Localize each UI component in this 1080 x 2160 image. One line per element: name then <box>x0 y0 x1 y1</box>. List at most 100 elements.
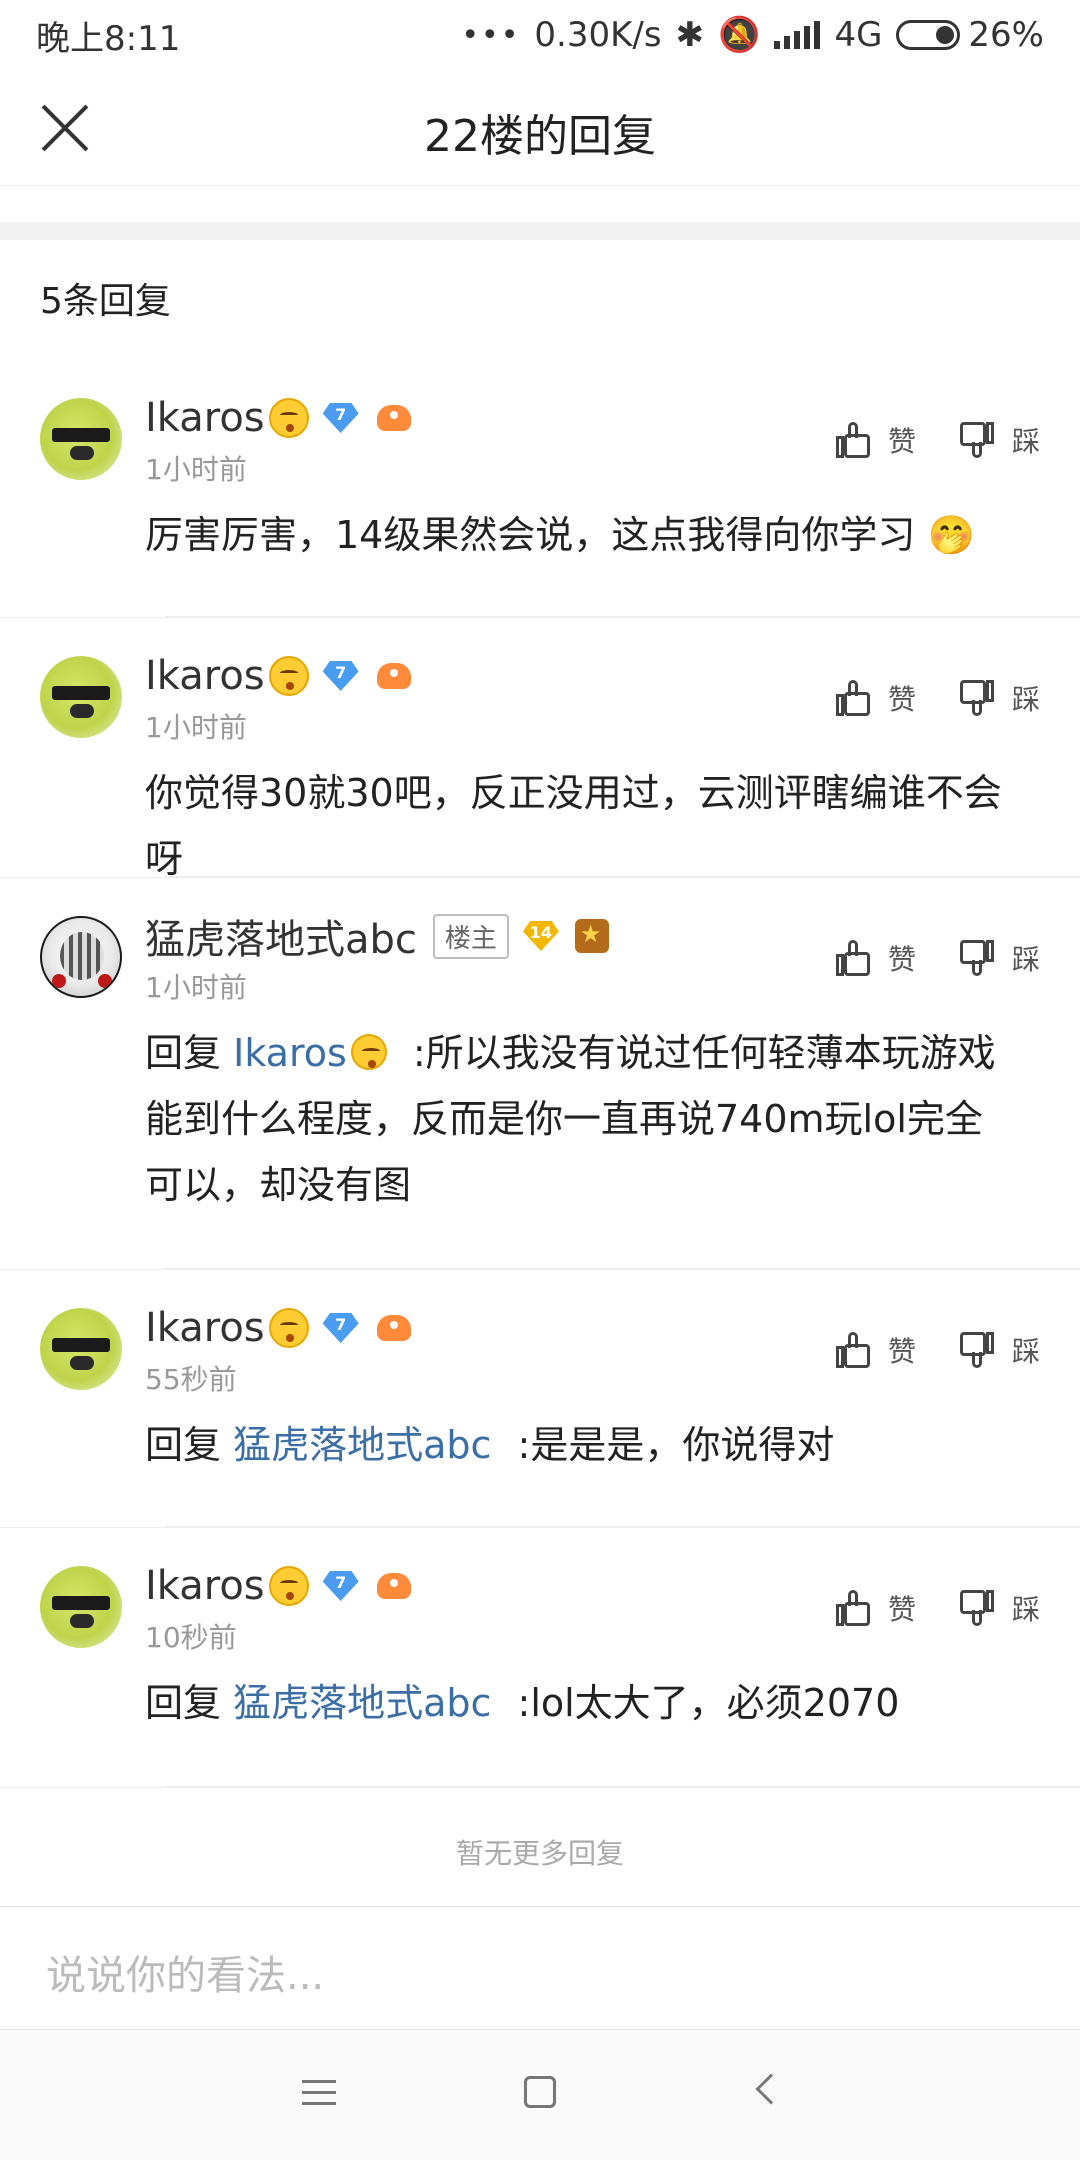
avatar[interactable] <box>40 1566 122 1648</box>
reply-count: 5条回复 <box>40 281 171 322</box>
list-item: Ikaros 7 1小时前 厉害厉害，14级果然会说，这点我得向你学习 🤭 赞 … <box>0 360 1080 618</box>
level-diamond-icon: 7 <box>322 1313 359 1343</box>
avatar[interactable] <box>40 656 122 738</box>
like-button[interactable]: 赞 <box>835 678 916 718</box>
dislike-button[interactable]: 踩 <box>959 1588 1040 1628</box>
avatar[interactable] <box>40 1308 122 1390</box>
reply-actions: 赞 踩 <box>835 938 1040 978</box>
reply-actions: 赞 踩 <box>835 1330 1040 1370</box>
dislike-button[interactable]: 踩 <box>959 678 1040 718</box>
thumbs-down-icon <box>959 940 994 976</box>
reply-prefix: 回复 <box>145 1031 222 1075</box>
username[interactable]: Ikaros <box>145 1305 265 1351</box>
username[interactable]: 猛虎落地式abc <box>145 907 417 965</box>
level-diamond-icon: 7 <box>322 1571 359 1601</box>
reply-content: 回复 猛虎落地式abc :是是是，你说得对 <box>145 1412 1040 1478</box>
like-label: 赞 <box>887 1335 916 1368</box>
kissing-face-icon <box>268 1308 309 1348</box>
like-button[interactable]: 赞 <box>835 938 916 978</box>
reply-text: :是是是，你说得对 <box>517 1423 835 1467</box>
reply-content: 你觉得30就30吧，反正没用过，云测评瞎编谁不会呀 <box>145 760 1040 892</box>
thumbs-up-icon <box>835 680 870 716</box>
comment-bar[interactable]: 说说你的看法... <box>0 1906 1080 2030</box>
thumbs-down-icon <box>959 422 994 458</box>
dislike-button[interactable]: 踩 <box>959 420 1040 460</box>
username[interactable]: Ikaros <box>145 1563 265 1609</box>
game-controller-icon <box>376 663 411 689</box>
reply-content: 回复 猛虎落地式abc :lol太大了，必须2070 <box>145 1670 1040 1736</box>
kissing-face-icon <box>268 656 309 696</box>
like-button[interactable]: 赞 <box>835 420 916 460</box>
reply-text: :lol太大了，必须2070 <box>517 1681 900 1725</box>
list-item: Ikaros 7 10秒前 回复 猛虎落地式abc :lol太大了，必须2070… <box>0 1528 1080 1788</box>
reply-prefix: 回复 <box>145 1423 222 1467</box>
no-more-replies: 暂无更多回复 <box>455 1837 624 1870</box>
mention-link[interactable]: Ikaros <box>233 1031 387 1075</box>
dislike-button[interactable]: 踩 <box>959 1330 1040 1370</box>
reply-content: 回复 Ikaros :所以我没有说过任何轻薄本玩游戏能到什么程度，反而是你一直再… <box>145 1020 1040 1218</box>
network-speed: 0.30K/s <box>534 15 662 55</box>
divider <box>0 222 1080 240</box>
thumbs-up-icon <box>835 1332 870 1368</box>
like-button[interactable]: 赞 <box>835 1330 916 1370</box>
battery-icon <box>896 20 961 50</box>
thumbs-down-icon <box>959 1590 994 1626</box>
comment-input[interactable]: 说说你的看法... <box>46 1943 324 2001</box>
like-label: 赞 <box>887 943 916 976</box>
kissing-face-icon <box>268 1566 309 1606</box>
reply-actions: 赞 踩 <box>835 420 1040 460</box>
thumbs-down-icon <box>959 1332 994 1368</box>
bluetooth-icon: ✱ <box>675 15 705 55</box>
like-label: 赞 <box>887 683 916 716</box>
home-icon[interactable] <box>524 2076 556 2108</box>
username[interactable]: Ikaros <box>145 395 265 441</box>
like-label: 赞 <box>887 425 916 458</box>
reply-list: Ikaros 7 1小时前 厉害厉害，14级果然会说，这点我得向你学习 🤭 赞 … <box>0 360 1080 1788</box>
like-button[interactable]: 赞 <box>835 1588 916 1628</box>
battery-indicator: 26% <box>896 15 1044 55</box>
reply-content: 厉害厉害，14级果然会说，这点我得向你学习 🤭 <box>145 502 1040 568</box>
status-bar: 晚上8:11 ••• 0.30K/s ✱ 🔕 4G 26% <box>0 0 1080 70</box>
network-type: 4G <box>834 15 883 55</box>
game-controller-icon <box>376 405 411 431</box>
list-item: 猛虎落地式abc 楼主 14 1小时前 回复 Ikaros :所以我没有说过任何… <box>0 878 1080 1270</box>
thumbs-up-icon <box>835 1590 870 1626</box>
like-label: 赞 <box>887 1593 916 1626</box>
game-controller-icon <box>376 1315 411 1341</box>
thumbs-up-icon <box>835 422 870 458</box>
level-diamond-icon: 7 <box>322 661 359 691</box>
reply-prefix: 回复 <box>145 1681 222 1725</box>
avatar[interactable] <box>40 916 122 998</box>
back-icon[interactable] <box>755 2073 787 2105</box>
kissing-face-icon <box>268 398 309 438</box>
mute-icon: 🔕 <box>718 15 761 55</box>
reply-text: 厉害厉害，14级果然会说，这点我得向你学习 <box>145 513 916 557</box>
dislike-label: 踩 <box>1011 1593 1040 1626</box>
op-badge: 楼主 <box>432 913 509 959</box>
star-medal-icon <box>574 919 609 953</box>
mention-link[interactable]: 猛虎落地式abc <box>233 1423 491 1467</box>
dislike-button[interactable]: 踩 <box>959 938 1040 978</box>
reply-actions: 赞 踩 <box>835 1588 1040 1628</box>
battery-percent: 26% <box>968 15 1044 55</box>
reply-actions: 赞 踩 <box>835 678 1040 718</box>
page-title: 22楼的回复 <box>424 111 656 162</box>
title-bar: 22楼的回复 <box>0 70 1080 186</box>
more-dots-icon: ••• <box>461 17 521 53</box>
dislike-label: 踩 <box>1011 1335 1040 1368</box>
reply-text: 你觉得30就30吧，反正没用过，云测评瞎编谁不会呀 <box>145 771 1002 881</box>
thumbs-up-icon <box>835 940 870 976</box>
signal-icon <box>774 21 821 49</box>
list-item: Ikaros 7 1小时前 你觉得30就30吧，反正没用过，云测评瞎编谁不会呀 … <box>0 618 1080 881</box>
username[interactable]: Ikaros <box>145 653 265 699</box>
list-item: Ikaros 7 55秒前 回复 猛虎落地式abc :是是是，你说得对 赞 踩 <box>0 1270 1080 1528</box>
dislike-label: 踩 <box>1011 425 1040 458</box>
status-time: 晚上8:11 <box>36 18 181 59</box>
mention-user: Ikaros <box>233 1031 347 1075</box>
avatar[interactable] <box>40 398 122 480</box>
level-diamond-icon: 14 <box>522 921 559 951</box>
kissing-face-icon <box>350 1034 387 1070</box>
menu-icon[interactable] <box>302 2078 336 2108</box>
level-diamond-icon: 7 <box>322 403 359 433</box>
mention-link[interactable]: 猛虎落地式abc <box>233 1681 491 1725</box>
